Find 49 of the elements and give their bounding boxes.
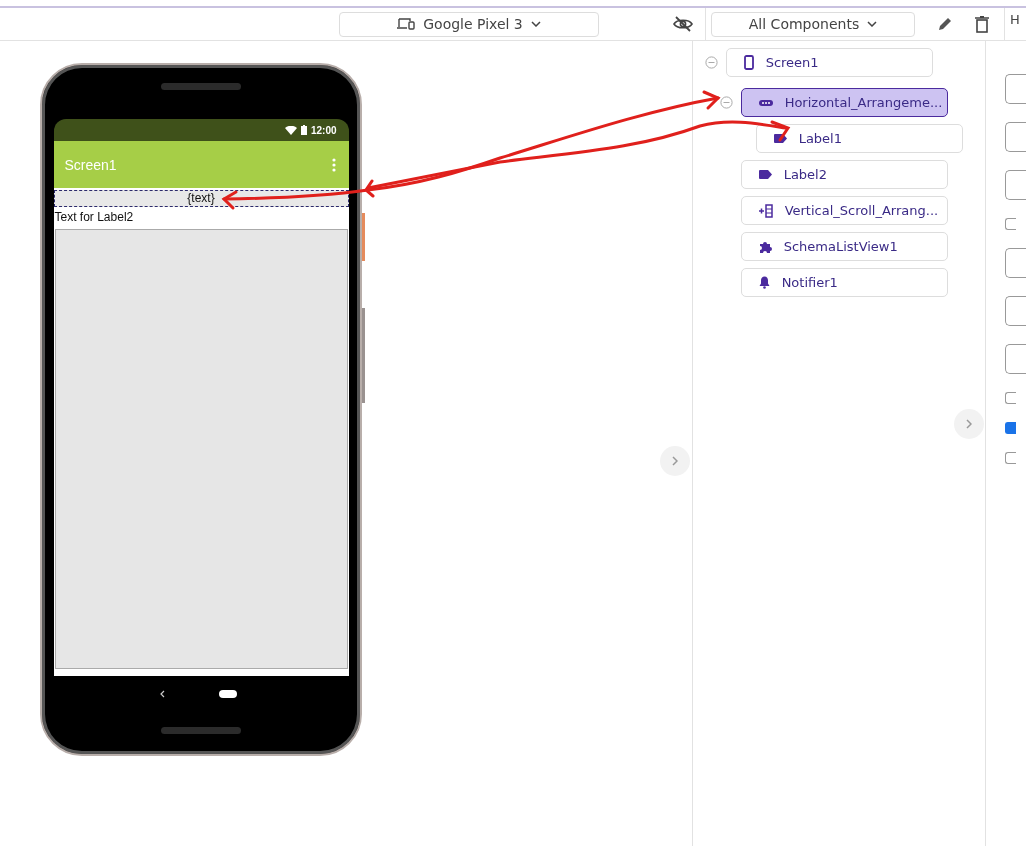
expand-panel-button[interactable] <box>659 446 690 476</box>
pencil-icon[interactable] <box>937 16 953 32</box>
trash-icon[interactable] <box>975 15 989 33</box>
label-text: {text} <box>187 191 215 206</box>
expand-panel-button[interactable] <box>954 409 984 439</box>
component-tree-item[interactable]: Horizontal_Arrangeme... <box>740 88 948 117</box>
vertical-layout-icon <box>758 203 773 218</box>
property-checkbox[interactable] <box>1005 452 1016 464</box>
property-field[interactable] <box>1005 296 1026 326</box>
chevron-down-icon <box>867 21 878 27</box>
property-checkbox[interactable] <box>1005 392 1016 404</box>
chevron-down-icon <box>530 21 541 27</box>
battery-icon <box>300 125 307 135</box>
label-icon <box>758 170 772 179</box>
component-tree-item[interactable]: SchemaListView1 <box>740 232 948 261</box>
horizontal-arrangement[interactable]: {text} <box>53 190 349 207</box>
collapse-icon[interactable] <box>719 96 733 109</box>
property-checkbox[interactable] <box>1005 422 1016 434</box>
label-text: Text for Label2 <box>53 209 135 226</box>
property-field[interactable] <box>1005 74 1026 104</box>
home-icon[interactable] <box>218 689 237 698</box>
collapse-icon[interactable] <box>704 56 718 69</box>
component-tree-item[interactable]: Vertical_Scroll_Arrang... <box>740 196 948 225</box>
back-icon[interactable] <box>159 689 165 698</box>
component-tree-item[interactable]: Notifier1 <box>740 268 948 297</box>
components-dropdown[interactable]: All Components <box>711 11 915 37</box>
property-field[interactable] <box>1005 344 1026 374</box>
component-tree-item[interactable]: Label2 <box>740 160 948 189</box>
device-dropdown[interactable]: Google Pixel 3 <box>339 11 599 37</box>
hidden-eye-icon[interactable] <box>673 16 693 32</box>
puzzle-piece-icon <box>758 240 772 253</box>
property-field[interactable] <box>1005 170 1026 200</box>
wifi-icon <box>284 125 297 135</box>
chevron-right-icon <box>671 456 678 466</box>
property-field[interactable] <box>1005 122 1026 152</box>
chevron-right-icon <box>966 419 972 429</box>
horizontal-layout-icon <box>758 99 773 106</box>
more-options-icon[interactable] <box>331 157 336 172</box>
label-icon <box>773 134 787 143</box>
property-checkbox[interactable] <box>1005 218 1016 230</box>
bell-icon <box>758 276 770 289</box>
property-field[interactable] <box>1005 248 1026 278</box>
status-time: 12:00 <box>310 124 337 136</box>
devices-icon <box>397 17 416 31</box>
screen-title: Screen1 <box>64 156 117 173</box>
properties-header: H <box>1010 12 1020 27</box>
phone-icon <box>743 55 754 70</box>
component-tree-item[interactable]: Screen1 <box>725 48 933 77</box>
component-tree-item[interactable]: Label1 <box>755 124 963 153</box>
